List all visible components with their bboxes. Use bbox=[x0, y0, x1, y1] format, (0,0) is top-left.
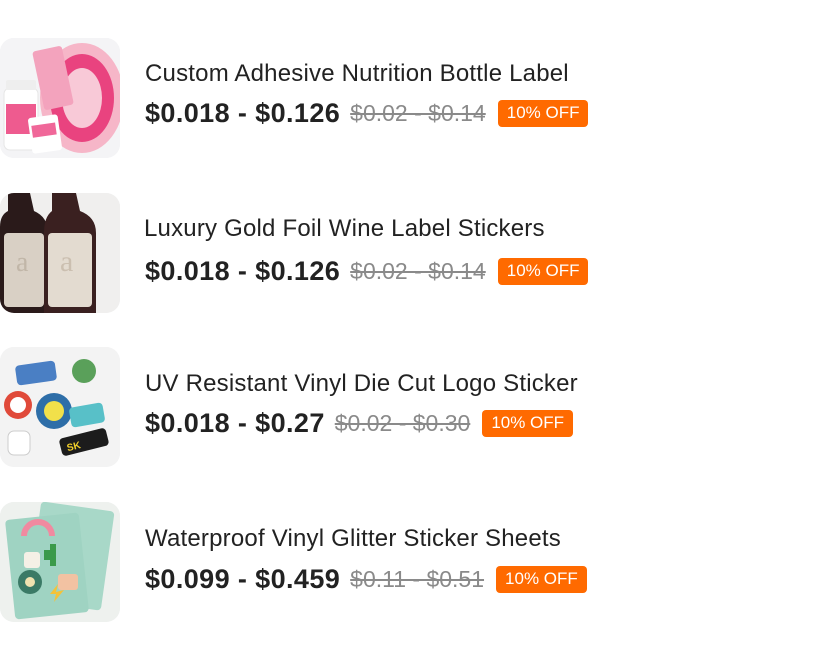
price-row: $0.018 - $0.27 $0.02 - $0.30 10% OFF bbox=[145, 406, 574, 440]
product-price: $0.018 - $0.126 bbox=[145, 97, 341, 128]
svg-text:a: a bbox=[16, 247, 29, 278]
original-price: $0.02 - $0.14 bbox=[350, 257, 486, 284]
original-price: $0.11 - $0.51 bbox=[350, 565, 485, 592]
product-title[interactable]: UV Resistant Vinyl Die Cut Logo Sticker bbox=[145, 370, 578, 398]
discount-badge: 10% OFF bbox=[497, 99, 589, 127]
price-row: $0.099 - $0.459 $0.11 - $0.51 10% OFF bbox=[145, 562, 587, 596]
product-price: $0.018 - $0.27 bbox=[145, 407, 325, 438]
original-price: $0.02 - $0.30 bbox=[334, 409, 471, 436]
product-price: $0.018 - $0.126 bbox=[145, 255, 341, 286]
product-title[interactable]: Custom Adhesive Nutrition Bottle Label bbox=[145, 60, 569, 88]
product-item[interactable]: SK UV Resistant Vinyl Die Cut Logo Stick… bbox=[0, 347, 816, 469]
sticker-sheets-image[interactable] bbox=[0, 502, 120, 622]
price-row: $0.018 - $0.126 $0.02 - $0.14 10% OFF bbox=[145, 254, 589, 288]
price-row: $0.018 - $0.126 $0.02 - $0.14 10% OFF bbox=[145, 96, 589, 130]
product-title[interactable]: Luxury Gold Foil Wine Label Stickers bbox=[144, 215, 545, 243]
pink-bottle-label-rolls-image[interactable] bbox=[0, 38, 120, 158]
die-cut-stickers-image[interactable]: SK bbox=[0, 347, 120, 467]
product-price: $0.099 - $0.459 bbox=[145, 563, 341, 594]
discount-badge: 10% OFF bbox=[482, 409, 574, 437]
original-price: $0.02 - $0.14 bbox=[350, 99, 486, 126]
product-title[interactable]: Waterproof Vinyl Glitter Sticker Sheets bbox=[145, 525, 561, 553]
product-item[interactable]: Custom Adhesive Nutrition Bottle Label $… bbox=[0, 38, 816, 160]
product-item[interactable]: a a Luxury Gold Foil Wine Label Stickers… bbox=[0, 193, 816, 315]
discount-badge: 10% OFF bbox=[497, 257, 589, 285]
wine-bottles-image[interactable]: a a bbox=[0, 193, 120, 313]
product-item[interactable]: Waterproof Vinyl Glitter Sticker Sheets … bbox=[0, 502, 816, 624]
product-list: Custom Adhesive Nutrition Bottle Label $… bbox=[0, 0, 816, 660]
discount-badge: 10% OFF bbox=[496, 565, 587, 593]
svg-text:a: a bbox=[60, 245, 73, 278]
